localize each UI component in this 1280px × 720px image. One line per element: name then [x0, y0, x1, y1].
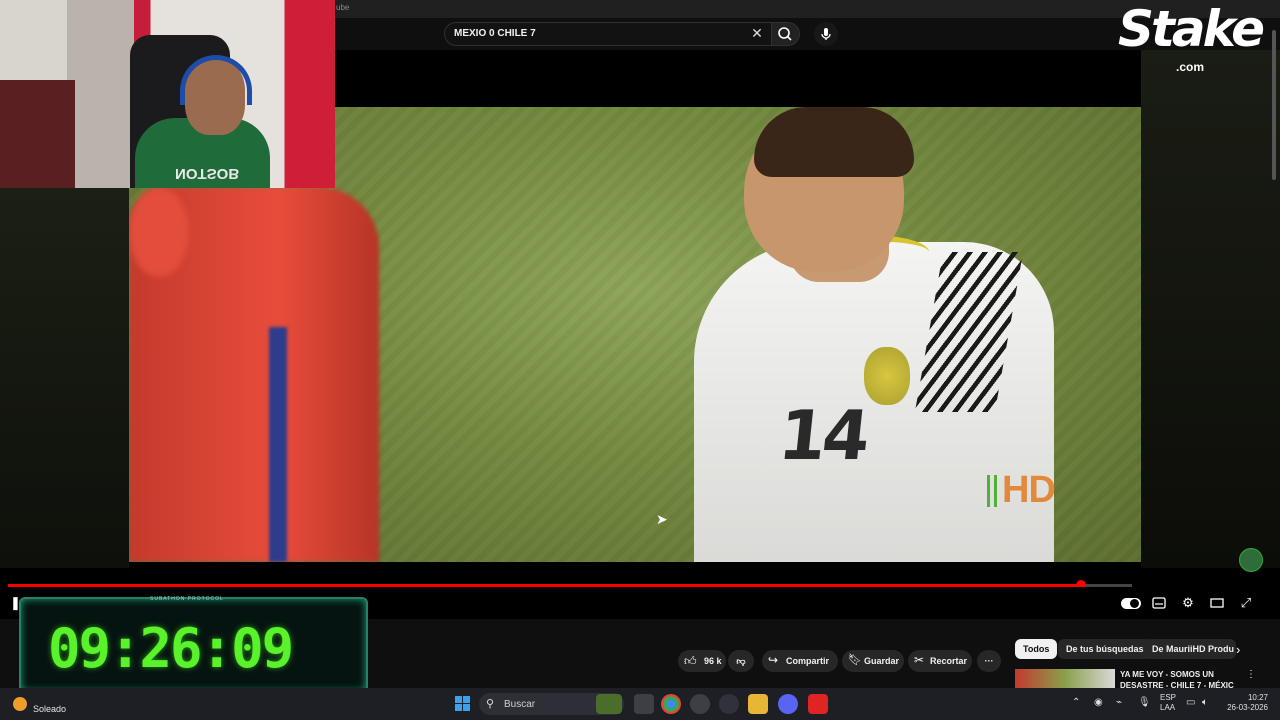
language-indicator[interactable]: ESP LAA: [1160, 693, 1176, 713]
chevron-up-icon[interactable]: ⌃: [1072, 697, 1080, 708]
system-clock[interactable]: 10:27 26-03-2026: [1224, 693, 1268, 713]
dislike-button[interactable]: 👎︎: [728, 650, 754, 672]
streamer-webcam: NOTSOB: [0, 0, 335, 188]
autoplay-toggle-knob: [1130, 599, 1139, 608]
chile-player-shoulder: [129, 187, 189, 277]
search-icon: [778, 27, 792, 41]
chrome-icon[interactable]: [661, 694, 681, 714]
obs-icon[interactable]: [690, 694, 710, 714]
jersey-number: 14: [774, 397, 870, 476]
thumbs-up-icon: 👍︎: [684, 654, 697, 668]
weather-label[interactable]: Soleado: [33, 704, 66, 714]
settings-gear-icon[interactable]: ⚙: [1180, 595, 1196, 611]
discord-tray-icon[interactable]: ◉: [1094, 697, 1103, 708]
search-query-text[interactable]: MEXIO 0 CHILE 7: [454, 28, 536, 39]
theater-mode-icon[interactable]: [1209, 595, 1225, 611]
recommendation-title[interactable]: YA ME VOY - SOMOS UN DESASTRE - CHILE 7 …: [1120, 669, 1238, 688]
mexico-crest-icon: [864, 347, 910, 405]
windows-start-button[interactable]: [455, 696, 471, 712]
subathon-timer-title: SUBATHON PROTOCOL: [150, 596, 224, 602]
mouse-cursor-icon: ➤: [656, 511, 668, 527]
more-icon: ···: [984, 656, 994, 666]
fullscreen-icon[interactable]: ⤢: [1238, 595, 1254, 611]
share-icon: ↪: [768, 653, 779, 667]
player-left-margin: [0, 188, 129, 568]
mic-icon: [821, 28, 831, 40]
clock-date: 26-03-2026: [1227, 703, 1268, 712]
search-button[interactable]: [772, 22, 800, 46]
channel-avatar[interactable]: [1239, 548, 1263, 572]
thumbs-down-icon: 👎︎: [736, 656, 746, 666]
chevron-right-icon[interactable]: ›: [1236, 642, 1240, 657]
chip-all[interactable]: Todos: [1015, 639, 1058, 659]
search-highlight-icon[interactable]: [596, 694, 622, 714]
recommendation-menu-icon[interactable]: ⋮: [1246, 669, 1256, 680]
clip-label: Recortar: [930, 656, 968, 666]
sun-icon[interactable]: [13, 697, 27, 711]
recommendation-thumbnail[interactable]: [1015, 669, 1115, 688]
mic-tray-icon[interactable]: 🎙︎: [1138, 697, 1151, 708]
search-icon: ⚲: [486, 698, 495, 710]
player-right-margin: [1141, 50, 1280, 568]
discord-icon[interactable]: [778, 694, 798, 714]
subathon-timer: 09:26:09: [48, 617, 294, 680]
volume-icon[interactable]: 🔈︎: [1202, 697, 1208, 708]
keyboard-layout: LAA: [1160, 703, 1176, 712]
voice-search-button[interactable]: [814, 22, 838, 46]
network-icon[interactable]: ⌁: [1116, 697, 1122, 708]
media-player-icon[interactable]: [719, 694, 739, 714]
webcam-sofa: [0, 80, 75, 188]
language-code: ESP: [1160, 693, 1177, 702]
hd-watermark: HD: [1002, 469, 1056, 511]
like-count: 96 k: [704, 656, 722, 666]
close-icon[interactable]: ✕: [750, 24, 764, 42]
subtitles-icon[interactable]: [1151, 595, 1167, 611]
page-scrollbar[interactable]: [1272, 30, 1276, 180]
stake-logo-domain: .com: [1176, 60, 1205, 74]
hd-watermark-bars: [987, 475, 997, 507]
scissors-icon: ✂: [914, 653, 925, 667]
taskbar-search-label[interactable]: Buscar: [504, 699, 535, 710]
tab-title[interactable]: ube: [336, 3, 349, 12]
display-icon[interactable]: ▭: [1186, 697, 1195, 708]
more-actions-button[interactable]: ···: [977, 650, 1001, 672]
file-explorer-icon[interactable]: [748, 694, 768, 714]
youtube-icon[interactable]: [808, 694, 828, 714]
save-label: Guardar: [864, 656, 900, 666]
task-view-icon[interactable]: [634, 694, 654, 714]
mexico-player-hair: [754, 107, 914, 177]
chip-from-channel[interactable]: De MauriiHD Produ: [1144, 639, 1236, 659]
share-label: Compartir: [786, 656, 830, 666]
chip-from-searches[interactable]: De tus búsquedas: [1058, 639, 1152, 659]
chile-player-stripe: [269, 327, 287, 562]
clock-time: 10:27: [1247, 693, 1268, 702]
stake-logo: Stake: [1118, 0, 1265, 58]
bookmark-icon: 🔖︎: [848, 654, 862, 666]
webcam-shirt-text: NOTSOB: [175, 165, 240, 182]
